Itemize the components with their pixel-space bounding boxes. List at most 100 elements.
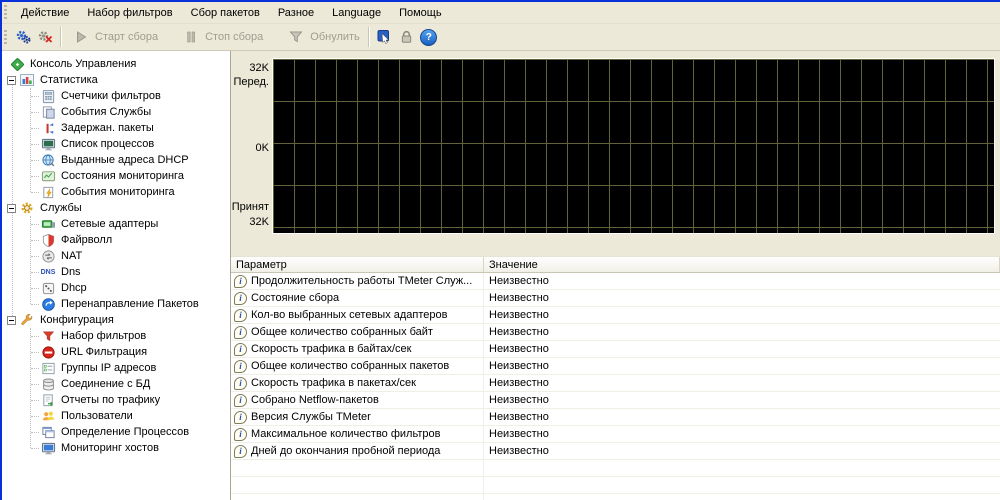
tree-item-dns[interactable]: Dns xyxy=(2,264,230,280)
tree-item-label: Счетчики фильтров xyxy=(61,90,161,102)
delayed-packets-icon xyxy=(40,120,56,136)
table-row[interactable]: Общее количество собранных байт Неизвест… xyxy=(231,324,1000,341)
param-name: Дней до окончания пробной периода xyxy=(251,445,440,457)
checklist-icon xyxy=(40,360,56,376)
lock-icon[interactable] xyxy=(398,29,416,46)
menu-capture[interactable]: Сбор пакетов xyxy=(182,4,269,22)
menu-filterset[interactable]: Набор фильтров xyxy=(78,4,181,22)
tree-item-process-list[interactable]: Список процессов xyxy=(2,136,230,152)
table-row[interactable]: Версия Службы TMeter Неизвестно xyxy=(231,409,1000,426)
tree-group-services[interactable]: Службы xyxy=(2,200,230,216)
param-name: Версия Службы TMeter xyxy=(251,411,371,423)
menu-misc[interactable]: Разное xyxy=(269,4,323,22)
funnel-icon xyxy=(40,328,56,344)
monitor-icon xyxy=(40,136,56,152)
tree-item-monitoring-states[interactable]: Состояния мониторинга xyxy=(2,168,230,184)
reset-label: Обнулить xyxy=(310,31,360,43)
table-row[interactable]: Состояние сбора Неизвестно xyxy=(231,290,1000,307)
statistics-icon xyxy=(19,72,35,88)
table-row[interactable]: Скорость трафика в байтах/сек Неизвестно xyxy=(231,341,1000,358)
info-icon xyxy=(234,428,247,441)
tree-item-url-filtering[interactable]: URL Фильтрация xyxy=(2,344,230,360)
tree-item-db-connection[interactable]: Соединение с БД xyxy=(2,376,230,392)
toolbar-grip[interactable] xyxy=(4,30,7,45)
param-value: Неизвестно xyxy=(484,292,1000,304)
param-value: Неизвестно xyxy=(484,445,1000,457)
receive-caption: Принят xyxy=(232,201,269,213)
param-name: Состояние сбора xyxy=(251,292,339,304)
globe-icon xyxy=(40,152,56,168)
tree-group-label: Конфигурация xyxy=(40,314,114,326)
report-icon xyxy=(40,392,56,408)
tree-item-label: Список процессов xyxy=(61,138,154,150)
dice-icon xyxy=(40,280,56,296)
param-name: Продолжительность работы TMeter Служ... xyxy=(251,275,472,287)
tree-item-process-definition[interactable]: Определение Процессов xyxy=(2,424,230,440)
info-icon xyxy=(234,377,247,390)
tree-item-traffic-reports[interactable]: Отчеты по трафику xyxy=(2,392,230,408)
stop-capture-button[interactable]: Стоп сбора xyxy=(176,28,267,47)
receive-scale-label: 32K xyxy=(249,216,269,228)
menu-action[interactable]: Действие xyxy=(12,4,78,22)
tree-item-label: Отчеты по трафику xyxy=(61,394,160,406)
tree-item-firewall[interactable]: Файрволл xyxy=(2,232,230,248)
table-row[interactable]: Кол-во выбранных сетевых адаптеров Неизв… xyxy=(231,307,1000,324)
help-icon[interactable] xyxy=(420,29,438,46)
filter-test-icon[interactable] xyxy=(376,29,394,46)
start-capture-button[interactable]: Старт сбора xyxy=(66,28,162,47)
tree-group-configuration[interactable]: Конфигурация xyxy=(2,312,230,328)
toolbar-separator xyxy=(368,27,370,47)
tree-item-nat[interactable]: NAT xyxy=(2,248,230,264)
param-name: Общее количество собранных байт xyxy=(251,326,433,338)
tree-item-dhcp[interactable]: Dhcp xyxy=(2,280,230,296)
event-flash-icon xyxy=(40,184,56,200)
tree-item-users[interactable]: Пользователи xyxy=(2,408,230,424)
collapse-toggle-icon[interactable] xyxy=(7,316,16,325)
tree-group-label: Службы xyxy=(40,202,82,214)
host-monitor-icon xyxy=(40,440,56,456)
info-icon xyxy=(234,411,247,424)
tree-item-packet-redirect[interactable]: Перенаправление Пакетов xyxy=(2,296,230,312)
menubar-grip[interactable] xyxy=(4,5,7,20)
service-gears-icon[interactable] xyxy=(14,29,32,46)
column-header-parameter[interactable]: Параметр xyxy=(231,257,484,272)
tree-item-label: Пользователи xyxy=(61,410,133,422)
tree-item-label: События Службы xyxy=(61,106,151,118)
tree-item-label: Консоль Управления xyxy=(30,58,136,70)
tree-item-label: Сетевые адаптеры xyxy=(61,218,158,230)
tree-item-filterset[interactable]: Набор фильтров xyxy=(2,328,230,344)
info-icon xyxy=(234,309,247,322)
collapse-toggle-icon[interactable] xyxy=(7,204,16,213)
column-header-value[interactable]: Значение xyxy=(484,257,1000,272)
tree-item-service-events[interactable]: События Службы xyxy=(2,104,230,120)
service-stop-icon[interactable] xyxy=(36,29,54,46)
tree-item-ip-groups[interactable]: Группы IP адресов xyxy=(2,360,230,376)
menu-help[interactable]: Помощь xyxy=(390,4,451,22)
table-row[interactable]: Собрано Netflow-пакетов Неизвестно xyxy=(231,392,1000,409)
transmit-scale-label: 32K xyxy=(249,62,269,74)
tree-item-delayed-packets[interactable]: Задержан. пакеты xyxy=(2,120,230,136)
table-row[interactable]: Максимальное количество фильтров Неизвес… xyxy=(231,426,1000,443)
table-row[interactable]: Общее количество собранных пакетов Неизв… xyxy=(231,358,1000,375)
reset-funnel-icon xyxy=(287,29,305,46)
monitoring-states-icon xyxy=(40,168,56,184)
reset-button[interactable]: Обнулить xyxy=(281,28,364,47)
table-row[interactable]: Скорость трафика в пакетах/сек Неизвестн… xyxy=(231,375,1000,392)
tree-item-dhcp-addresses[interactable]: Выданные адреса DHCP xyxy=(2,152,230,168)
menu-language[interactable]: Language xyxy=(323,4,390,22)
table-row-empty xyxy=(231,460,1000,477)
redirect-arrow-icon xyxy=(40,296,56,312)
table-row[interactable]: Продолжительность работы TMeter Служ... … xyxy=(231,273,1000,290)
table-row[interactable]: Дней до окончания пробной периода Неизве… xyxy=(231,443,1000,460)
tree-group-statistics[interactable]: Статистика xyxy=(2,72,230,88)
tree-item-label: Файрволл xyxy=(61,234,112,246)
tree-item-monitoring-events[interactable]: События мониторинга xyxy=(2,184,230,200)
tree-item-label: NAT xyxy=(61,250,82,262)
collapse-toggle-icon[interactable] xyxy=(7,76,16,85)
tree-item-filter-counters[interactable]: Счетчики фильтров xyxy=(2,88,230,104)
documents-icon xyxy=(40,104,56,120)
tree-item-host-monitoring[interactable]: Мониторинг хостов xyxy=(2,440,230,456)
tree-item-network-adapters[interactable]: Сетевые адаптеры xyxy=(2,216,230,232)
tree-item-console[interactable]: Консоль Управления xyxy=(2,56,230,72)
toolbar-separator xyxy=(60,27,62,47)
